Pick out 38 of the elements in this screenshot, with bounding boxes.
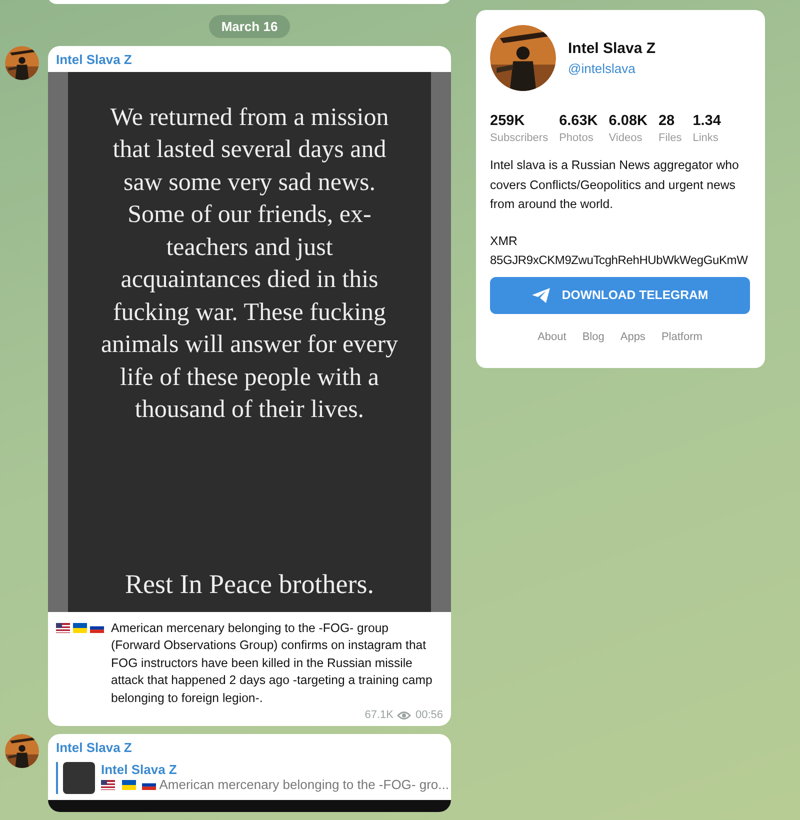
view-count: 67.1K — [364, 709, 394, 721]
image-text: Rest In Peace brothers. — [125, 568, 374, 600]
flag-icon — [101, 780, 115, 790]
stat-label: Videos — [608, 132, 644, 144]
flag-icon — [56, 622, 70, 632]
flag-icon — [122, 780, 136, 790]
image-text: We returned from a mission that lasted several days and saw some very sad news. Some of our friends, ex-teachers and just acquaintances died in this fucking war. These fucking animals will answer for every life of these people with a thousand of their lives. — [100, 102, 400, 425]
message-time: 00:56 — [415, 709, 443, 721]
stat-value: 6.08K — [608, 113, 648, 129]
stat-label: Files — [658, 132, 682, 144]
stat-value: 6.63K — [559, 113, 598, 129]
stat-label: Photos — [559, 132, 594, 144]
reply-thumbnail — [63, 762, 95, 794]
flag-icon — [73, 622, 87, 632]
paper-plane-icon — [532, 288, 550, 302]
reply-text: American mercenary belonging to the -FOG- gro... — [159, 777, 449, 792]
stat-label: Links — [692, 132, 720, 144]
channel-name[interactable]: Intel Slava Z — [48, 734, 451, 760]
xmr-label: XMR — [490, 234, 518, 248]
footer-link[interactable]: Platform — [661, 330, 702, 342]
post-image[interactable] — [48, 72, 451, 612]
caption-text: American mercenary belonging to the -FOG- group (Forward Observations Group) confirms on instagram that FOG instructors have been killed in the Russian missile attack that happened 2 days ago -targeting a training camp belonging to foreign legion-. — [111, 620, 434, 706]
footer-link[interactable]: About — [538, 330, 566, 342]
date-pill: March 16 — [209, 14, 290, 38]
footer-link[interactable]: Blog — [582, 330, 604, 342]
eye-icon — [397, 710, 412, 720]
profile-handle[interactable]: @intelslava — [568, 61, 656, 76]
profile-description: Intel slava is a Russian News aggregator who covers Conflicts/Geopolitics and urgent news from around the world. — [490, 157, 740, 213]
reply-author: Intel Slava Z — [101, 762, 178, 777]
stat-value: 259K — [490, 113, 526, 129]
stat-label: Subscribers — [490, 132, 548, 144]
channel-name[interactable]: Intel Slava Z — [48, 46, 451, 72]
footer-link[interactable]: Apps — [620, 330, 646, 342]
xmr-address: 85GJR9xCKM9ZwuTcghRehHUbWkWegGuKmW — [490, 252, 749, 266]
stat-value: 28 — [658, 113, 676, 129]
stat-value: 1.34 — [692, 113, 721, 129]
profile-name: Intel Slava Z — [568, 40, 656, 57]
download-button[interactable]: DOWNLOAD TELEGRAM — [490, 276, 750, 314]
